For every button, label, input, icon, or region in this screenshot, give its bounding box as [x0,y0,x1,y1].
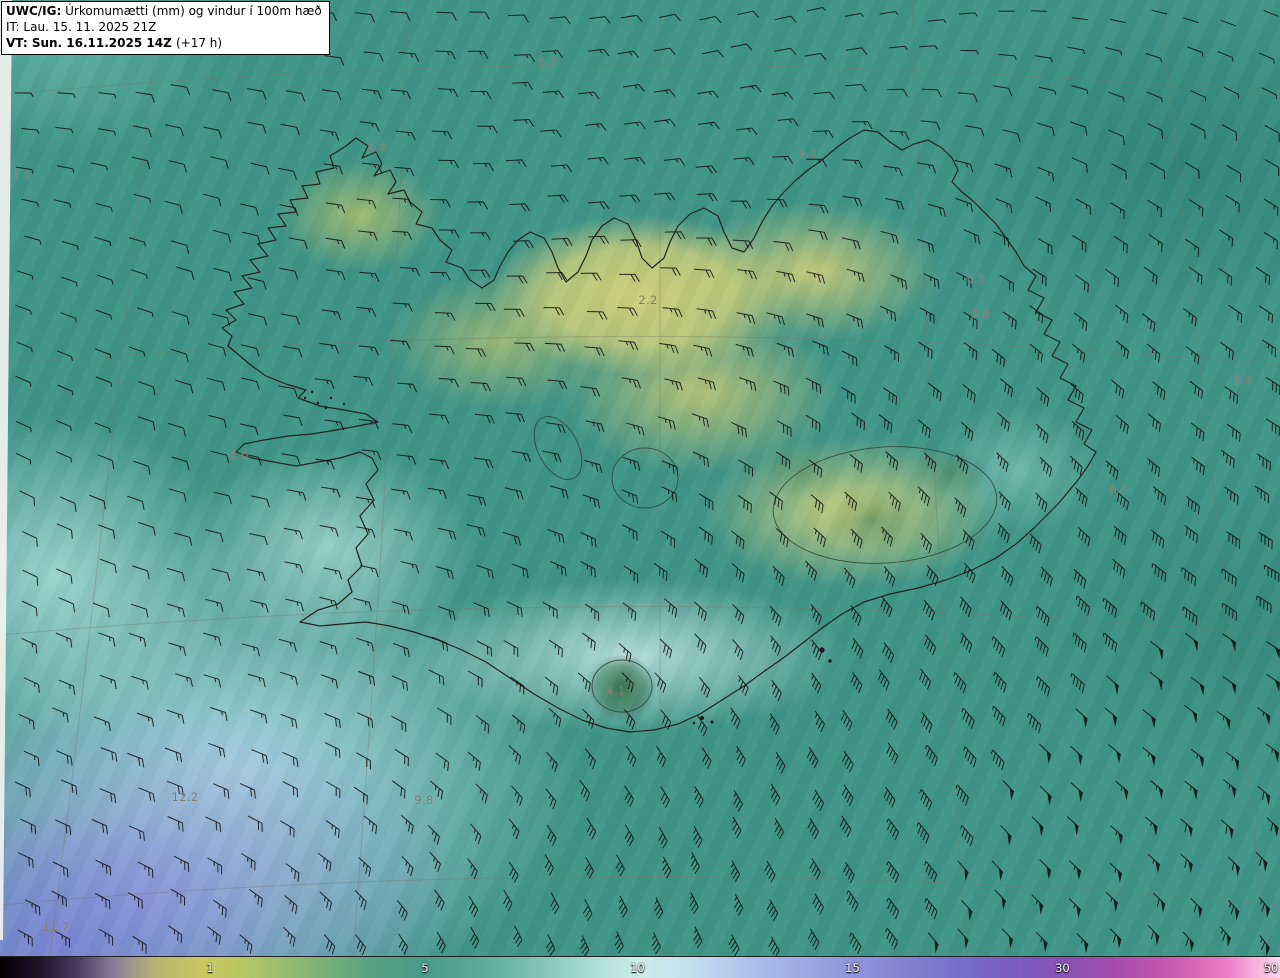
colorbar-tick: 50 [1263,960,1279,975]
graticule [0,0,1280,956]
title-line-2: IT: Lau. 15. 11. 2025 21Z [6,20,322,36]
colorbar-tick: 10 [630,960,645,975]
wind-barb-shafts [14,7,1280,956]
colorbar-tick: 1 [206,960,214,975]
wind-barb-flags [934,639,1280,956]
title-line-1: UWC/IG: Úrkomumætti (mm) og vindur í 100… [6,4,322,20]
init-label: IT: [6,19,20,34]
init-time: Lau. 15. 11. 2025 21Z [23,19,157,34]
valid-time: Sun. 16.11.2025 14Z [31,35,172,50]
title-line-3: VT: Sun. 16.11.2025 14Z (+17 h) [6,36,322,52]
islets [303,390,832,725]
model-label: UWC/IG: [6,4,62,18]
map-overlay [0,0,1280,956]
wind-barb-layer [14,7,1280,956]
glacier-contours [533,416,998,713]
weather-map-canvas: 5.2 6.0 6.1 7.0 6.5 2.8 2.2 5.0 3.6 6.7 4.1 12.2 9.8… [0,0,1280,978]
colorbar-ticks: 1 5 10 15 30 50 [0,957,1280,978]
colorbar-tick: 30 [1055,960,1070,975]
colorbar-tick: 5 [421,960,429,975]
title-box: UWC/IG: Úrkomumætti (mm) og vindur í 100… [1,1,330,56]
wind-flag-layer [934,639,1280,956]
map-title: Úrkomumætti (mm) og vindur í 100m hæð [65,4,322,18]
domain-edge-wedge [0,0,12,940]
valid-label: VT: [6,35,28,50]
colorbar-tick: 15 [845,960,860,975]
valid-offset: (+17 h) [175,35,223,50]
colorbar: 1 5 10 15 30 50 [0,956,1280,978]
